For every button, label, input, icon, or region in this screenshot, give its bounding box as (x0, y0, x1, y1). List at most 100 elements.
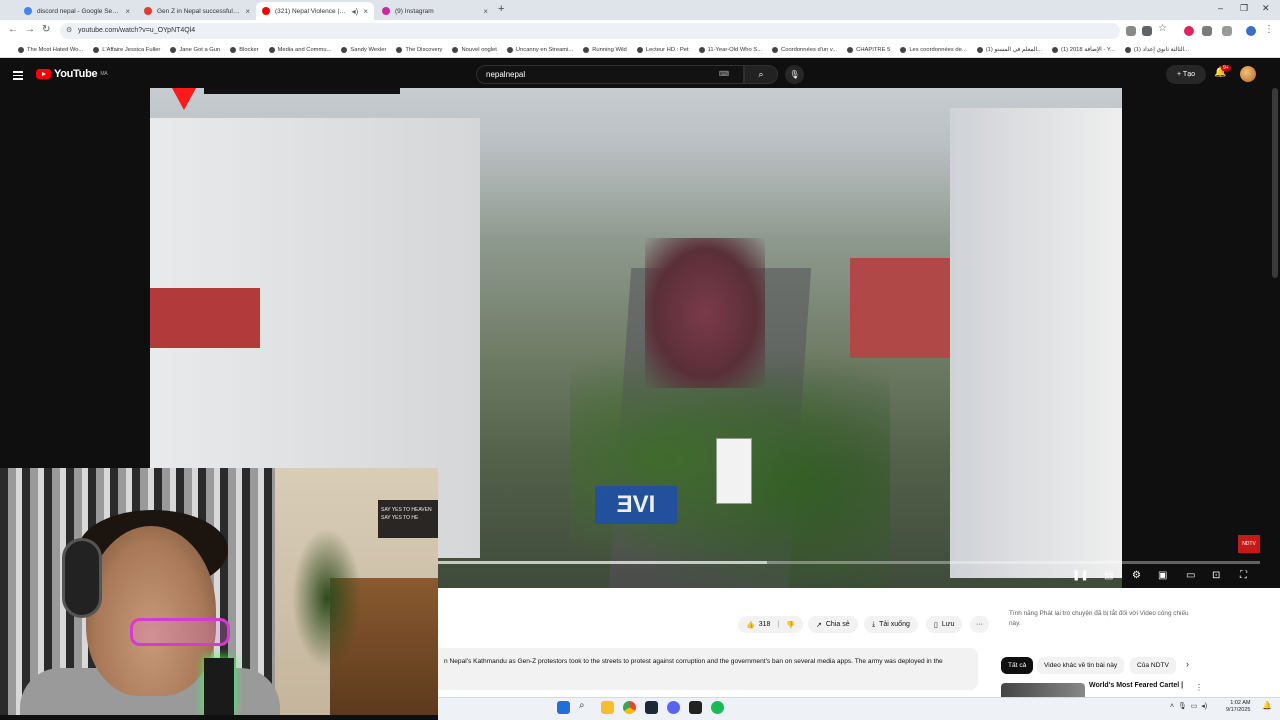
bookmark-item[interactable]: Jane Got a Gun (166, 46, 224, 53)
video-menu-kebab-icon[interactable]: ⋮ (1195, 683, 1203, 692)
address-bar[interactable]: ⚙ youtube.com/watch?v=u_OYpNT4Ql4 (60, 23, 1120, 39)
extension-icon[interactable] (1184, 26, 1194, 36)
bookmark-favicon-icon (772, 46, 779, 53)
youtube-logo[interactable]: YouTube MA (36, 68, 108, 80)
system-tray[interactable]: ˄ 🎙 ▭ ◂) (1170, 702, 1207, 710)
close-tab-icon[interactable]: × (125, 7, 130, 16)
search-button[interactable]: ⌕ (744, 65, 778, 84)
page-scrollbar[interactable] (1272, 88, 1278, 278)
close-tab-icon[interactable]: × (245, 7, 250, 16)
bookmark-item[interactable]: The Most Hated Wo... (14, 46, 87, 53)
subtitles-icon[interactable]: ▤ (1104, 570, 1113, 581)
bookmark-favicon-icon (230, 46, 237, 53)
tray-network-icon[interactable]: ▭ (1191, 703, 1198, 710)
bookmark-item[interactable]: (1) الثالثة ثانوي إعداد... (1121, 46, 1193, 53)
taskbar-search-icon[interactable]: ⌕ (579, 700, 585, 711)
clock-time: 1:02 AM (1230, 700, 1251, 706)
discord-icon[interactable] (667, 701, 680, 714)
new-tab-icon[interactable]: + (498, 3, 504, 15)
back-icon[interactable]: ← (8, 24, 18, 35)
bookmark-item[interactable]: Lecteur HD : Pet (633, 46, 693, 53)
theater-mode-icon[interactable]: ▭ (1186, 570, 1195, 581)
video-progress-bar[interactable] (438, 561, 1260, 564)
bookmark-item[interactable]: Nouvel onglet (448, 46, 500, 53)
bookmark-item[interactable]: Running Wild (579, 46, 630, 53)
create-label: Tạo (1182, 71, 1195, 78)
close-window-icon[interactable]: ✕ (1262, 3, 1270, 14)
hamburger-menu-icon[interactable] (13, 69, 23, 82)
more-actions-button[interactable]: ··· (970, 616, 989, 633)
steam-icon[interactable] (645, 701, 658, 714)
bookmark-favicon-icon (170, 46, 177, 53)
pause-icon[interactable]: ❚❚ (1072, 570, 1089, 581)
close-tab-icon[interactable]: × (363, 7, 368, 16)
bookmark-item[interactable]: Coordonnées d'un v... (768, 46, 841, 53)
chrome-icon[interactable] (623, 701, 636, 714)
like-count[interactable]: 318 (759, 621, 771, 628)
create-button[interactable]: + Tạo (1166, 65, 1206, 84)
bookmark-item[interactable]: Blocker (226, 46, 262, 53)
menu-kebab-icon[interactable]: ⋮ (1264, 24, 1274, 35)
bookmark-label: Les coordonnées de... (909, 46, 967, 53)
voice-search-button[interactable]: 🎙 (785, 65, 804, 84)
fullscreen-icon[interactable]: ⛶ (1240, 570, 1247, 581)
search-input[interactable]: nepalnepal ⌨ (476, 65, 744, 84)
chip-all[interactable]: Tất cả (1001, 657, 1034, 674)
browser-tab-active[interactable]: (321) Nepal Violence | Dron... ◂) × (256, 2, 374, 20)
reload-icon[interactable]: ↻ (42, 24, 50, 35)
dislike-icon[interactable]: 👎 (786, 621, 795, 629)
account-avatar[interactable] (1240, 66, 1256, 82)
keyboard-icon[interactable]: ⌨ (719, 66, 729, 83)
bookmark-favicon-icon (268, 46, 275, 53)
tray-chevron-icon[interactable]: ˄ (1170, 703, 1174, 710)
restore-icon[interactable]: ❐ (1240, 3, 1248, 14)
recommended-video-title[interactable]: World's Most Feared Cartel | (1089, 682, 1183, 689)
settings-gear-icon[interactable]: ⚙ (1132, 570, 1141, 581)
browser-tab[interactable]: (9) Instagram × (376, 2, 494, 20)
bookmark-item[interactable]: Les coordonnées de... (896, 46, 970, 53)
file-explorer-icon[interactable] (601, 701, 614, 714)
bookmark-favicon-icon (396, 46, 403, 53)
browser-tab[interactable]: discord nepal - Google Search × (18, 2, 136, 20)
bookmark-item[interactable]: L'Affaire Jessica Fuller (89, 46, 164, 53)
bookmark-item[interactable]: The Discovery (392, 46, 446, 53)
share-button[interactable]: ↗ Chia sẻ (808, 616, 858, 633)
site-info-icon[interactable]: ⚙ (66, 23, 72, 39)
minimize-icon[interactable]: – (1218, 3, 1223, 13)
chip-related-news[interactable]: Video khác về tin bài này (1037, 657, 1125, 674)
bookmark-item[interactable]: (1) المعلم في المستو... (973, 46, 1046, 53)
bookmark-item[interactable]: Sandy Wexler (337, 46, 390, 53)
taskbar-clock[interactable]: 1:02 AM 9/17/2025 (1226, 700, 1250, 714)
download-button[interactable]: ⤓ Tải xuống (864, 616, 918, 633)
downloads-icon[interactable] (1222, 26, 1232, 36)
chip-from-ndtv[interactable]: Của NDTV (1130, 657, 1176, 674)
install-app-icon[interactable] (1126, 26, 1136, 36)
tray-volume-icon[interactable]: ◂) (1201, 703, 1207, 710)
bookmark-item[interactable]: CHAPITRE 5 (843, 46, 894, 53)
notification-center-icon[interactable]: 🔔 (1262, 701, 1272, 710)
miniplayer-icon[interactable]: ▣ (1158, 570, 1167, 581)
bookmark-item[interactable]: Media and Commu... (265, 46, 336, 53)
bookmark-star-icon[interactable]: ☆ (1158, 23, 1167, 34)
profile-icon[interactable] (1246, 26, 1256, 36)
save-button[interactable]: ▯ Lưu (926, 616, 963, 633)
extensions-puzzle-icon[interactable] (1202, 26, 1212, 36)
like-icon[interactable]: 👍 (746, 621, 755, 629)
bookmark-item[interactable]: 11-Year-Old Who S... (695, 46, 766, 53)
close-tab-icon[interactable]: × (483, 7, 488, 16)
forward-icon[interactable]: → (25, 24, 35, 35)
spotify-icon[interactable] (711, 701, 724, 714)
browser-tab[interactable]: Gen Z in Nepal successfully ov... × (138, 2, 256, 20)
bookmark-item[interactable]: (1) الإضافة 2018 - Y... (1048, 46, 1119, 53)
windows-start-icon[interactable] (557, 701, 570, 714)
tray-mic-icon[interactable]: 🎙 (1178, 703, 1187, 710)
obs-icon[interactable] (689, 701, 702, 714)
cast-icon[interactable]: ⊡ (1212, 570, 1220, 581)
search-icon: ⌕ (758, 69, 764, 79)
video-description[interactable]: n Nepal's Kathmandu as Gen-Z protestors … (438, 648, 978, 690)
translate-icon[interactable] (1142, 26, 1152, 36)
webcam-person-face (86, 526, 216, 696)
speaker-icon[interactable]: ◂) (352, 7, 359, 16)
bookmark-item[interactable]: Uncanny en Streami... (503, 46, 577, 53)
chevron-right-icon[interactable]: › (1186, 659, 1189, 669)
